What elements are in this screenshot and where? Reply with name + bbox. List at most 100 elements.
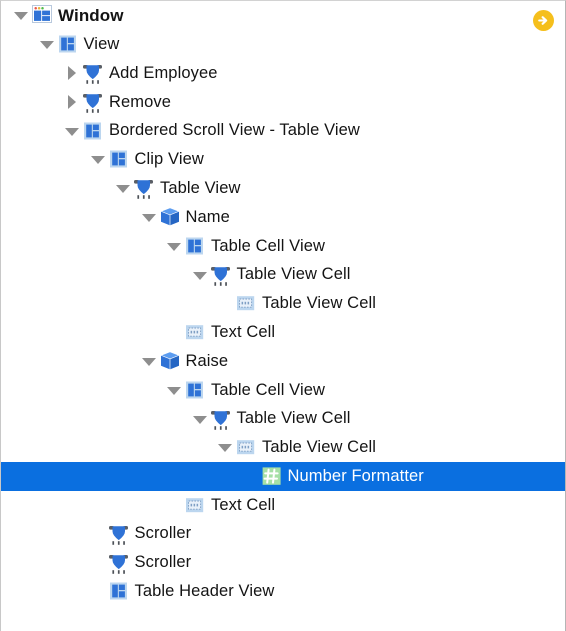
outline-rows-container: Window View Add Employee Remove Bordered Scr… xyxy=(1,1,565,606)
disclosure-triangle-open-icon[interactable] xyxy=(141,209,157,225)
outline-row[interactable]: Table View Cell xyxy=(1,289,565,318)
outline-row-label: Text Cell xyxy=(211,495,276,514)
outline-row[interactable]: Table Cell View xyxy=(1,231,565,260)
cube-icon xyxy=(159,351,180,370)
view-icon xyxy=(184,379,206,401)
disclosure-triangle-placeholder xyxy=(166,497,182,513)
view-icon xyxy=(108,148,130,170)
outline-row[interactable]: View xyxy=(1,30,565,59)
outline-row[interactable]: Name xyxy=(1,203,565,232)
outline-row-label: Name xyxy=(185,207,230,226)
outline-row-label: Scroller xyxy=(134,553,192,572)
outline-row-label: Table View Cell xyxy=(236,265,351,284)
outline-row-label: Scroller xyxy=(134,524,192,543)
outline-row[interactable]: Text Cell xyxy=(1,491,565,520)
outline-row[interactable]: Raise xyxy=(1,347,565,376)
view-icon xyxy=(109,150,127,168)
disclosure-triangle-open-icon[interactable] xyxy=(141,353,157,369)
control-icon xyxy=(83,64,102,84)
window-icon xyxy=(32,5,52,24)
outline-row[interactable]: Window xyxy=(1,1,565,30)
outline-row[interactable]: Scroller xyxy=(1,548,565,577)
outline-row[interactable]: Table View xyxy=(1,174,565,203)
outline-row[interactable]: Number Formatter xyxy=(1,461,565,491)
cube-icon xyxy=(159,350,181,372)
outline-row[interactable]: Clip View xyxy=(1,145,565,174)
view-icon xyxy=(82,120,104,142)
outline-row[interactable]: Table Cell View xyxy=(1,375,565,404)
control-icon xyxy=(82,62,104,84)
outline-row[interactable]: Table View Cell xyxy=(1,260,565,289)
disclosure-triangle-open-icon[interactable] xyxy=(192,411,208,427)
outline-row[interactable]: Scroller xyxy=(1,519,565,548)
view-icon xyxy=(184,235,206,257)
text-cell-icon xyxy=(235,436,257,458)
disclosure-triangle-open-icon[interactable] xyxy=(166,238,182,254)
control-icon xyxy=(108,552,130,574)
view-icon xyxy=(84,122,101,140)
outline-row[interactable]: Remove xyxy=(1,87,565,116)
disclosure-triangle-open-icon[interactable] xyxy=(192,267,208,283)
outline-row-label: Bordered Scroll View - Table View xyxy=(109,121,360,140)
disclosure-triangle-closed-icon[interactable] xyxy=(64,65,80,81)
control-icon xyxy=(210,410,230,430)
text-cell-icon xyxy=(186,498,204,513)
cube-icon xyxy=(159,207,180,226)
outline-row[interactable]: Table View Cell xyxy=(1,404,565,433)
view-icon xyxy=(58,35,76,53)
control-icon xyxy=(133,177,155,199)
outline-row-label: Window xyxy=(58,5,124,25)
outline-row-label: Table View xyxy=(160,178,241,197)
jump-to-next-issue-button[interactable] xyxy=(533,10,554,31)
disclosure-triangle-placeholder xyxy=(90,555,106,571)
window-icon xyxy=(31,4,53,26)
outline-row-label: Text Cell xyxy=(211,322,276,341)
outline-row-label: Table Cell View xyxy=(211,236,326,255)
control-icon xyxy=(210,266,230,286)
outline-row-label: Table View Cell xyxy=(236,409,351,428)
outline-row-label: Table Header View xyxy=(134,582,275,601)
disclosure-triangle-placeholder xyxy=(243,468,259,484)
outline-row[interactable]: Text Cell xyxy=(1,318,565,347)
control-icon xyxy=(82,91,104,113)
disclosure-triangle-open-icon[interactable] xyxy=(64,123,80,139)
control-icon xyxy=(108,525,128,545)
control-icon xyxy=(108,523,130,545)
outline-row-label: Table View Cell xyxy=(262,294,377,313)
disclosure-triangle-open-icon[interactable] xyxy=(13,7,29,23)
text-cell-icon xyxy=(235,292,257,314)
number-formatter-icon xyxy=(261,465,283,487)
text-cell-icon xyxy=(237,440,255,455)
disclosure-triangle-open-icon[interactable] xyxy=(90,151,106,167)
outline-row-label: Table View Cell xyxy=(262,438,377,457)
outline-row-label: Number Formatter xyxy=(287,466,424,485)
text-cell-icon xyxy=(184,494,206,516)
disclosure-triangle-placeholder xyxy=(166,324,182,340)
outline-row[interactable]: Bordered Scroll View - Table View xyxy=(1,116,565,145)
view-icon xyxy=(108,580,130,602)
disclosure-triangle-open-icon[interactable] xyxy=(217,439,233,455)
disclosure-triangle-open-icon[interactable] xyxy=(166,382,182,398)
view-icon xyxy=(57,33,79,55)
arrow-right-circle-icon xyxy=(533,10,554,31)
outline-row[interactable]: Table Header View xyxy=(1,577,565,606)
view-icon xyxy=(109,582,127,600)
view-icon xyxy=(186,237,203,255)
control-icon xyxy=(134,180,153,199)
disclosure-triangle-open-icon[interactable] xyxy=(115,180,131,196)
text-cell-icon xyxy=(184,321,206,343)
outline-row-label: Add Employee xyxy=(109,63,218,82)
disclosure-triangle-open-icon[interactable] xyxy=(39,36,55,52)
outline-row-label: Raise xyxy=(185,351,229,370)
outline-view-panel: Window View Add Employee Remove Bordered Scr… xyxy=(0,0,566,631)
outline-row[interactable]: Add Employee xyxy=(1,59,565,88)
text-cell-icon xyxy=(186,325,204,340)
outline-row-label: Table Cell View xyxy=(211,380,326,399)
outline-row-label: Remove xyxy=(109,92,172,111)
text-cell-icon xyxy=(237,296,255,311)
disclosure-triangle-closed-icon[interactable] xyxy=(64,94,80,110)
outline-row-label: View xyxy=(83,34,120,53)
view-icon xyxy=(186,381,203,399)
control-icon xyxy=(108,554,128,574)
outline-row[interactable]: Table View Cell xyxy=(1,433,565,462)
